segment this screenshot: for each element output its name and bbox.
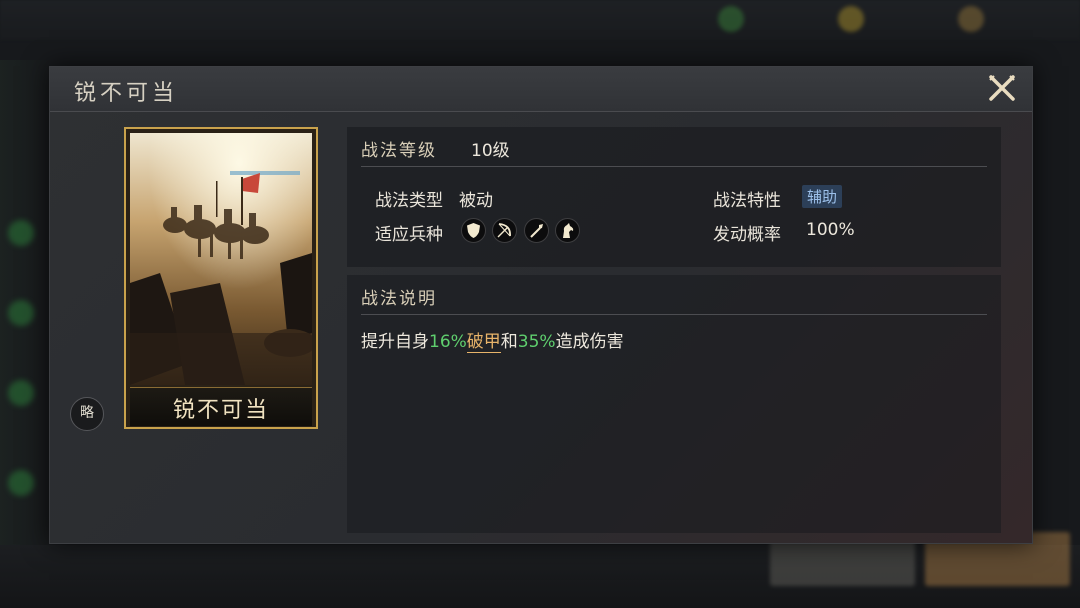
tactic-card-artwork — [130, 133, 312, 385]
tactic-card: 锐不可当 — [124, 127, 318, 429]
tactic-card-name-plate: 锐不可当 — [130, 387, 312, 426]
spear-icon — [524, 218, 549, 243]
tactic-type-label: 战法类型 — [375, 191, 443, 211]
divider — [361, 314, 987, 315]
background-resource-icon — [838, 6, 864, 32]
tactic-description-panel: 战法说明 提升自身16%破甲和35%造成伤害 — [347, 275, 1001, 533]
dialog-title: 锐不可当 — [74, 81, 179, 106]
tactic-card-name: 锐不可当 — [172, 398, 269, 423]
tactic-trait-tag: 辅助 — [802, 185, 843, 208]
tactic-type-value: 被动 — [459, 191, 493, 211]
description-header: 战法说明 — [361, 289, 437, 309]
close-icon[interactable] — [986, 72, 1018, 104]
description-value: 16% — [429, 332, 467, 352]
horse-icon — [555, 218, 580, 243]
description-value: 35% — [517, 332, 556, 352]
bow-icon — [492, 218, 517, 243]
background-top-bar — [0, 0, 1080, 40]
background-resource-icon — [958, 6, 984, 32]
troop-types-label: 适应兵种 — [375, 225, 443, 245]
background-status-icon — [8, 470, 34, 496]
background-bottom-bar — [0, 545, 1080, 608]
background-status-icon — [8, 380, 34, 406]
trigger-chance-label: 发动概率 — [713, 225, 781, 245]
tactic-level-value: 10级 — [471, 141, 510, 161]
description-part: 提升自身 — [361, 332, 429, 352]
description-part: 和 — [500, 332, 518, 352]
strategy-badge[interactable]: 略 — [70, 397, 104, 431]
shield-icon — [461, 218, 486, 243]
divider — [361, 166, 987, 167]
background-status-icon — [8, 300, 34, 326]
background-status-icon — [8, 220, 34, 246]
trigger-chance-value: 100% — [806, 220, 855, 240]
tactic-trait-label: 战法特性 — [713, 191, 781, 211]
tactic-detail-dialog: 锐不可当 锐不可当 略 战法等级 10级 战法类型 被动 战法特性 辅助 适应兵… — [49, 66, 1033, 544]
description-part: 造成伤害 — [555, 332, 624, 352]
dialog-title-bar: 锐不可当 — [50, 67, 1032, 112]
status-keyword-link[interactable]: 破甲 — [466, 332, 501, 353]
description-text: 提升自身16%破甲和35%造成伤害 — [361, 327, 624, 353]
background-resource-icon — [718, 6, 744, 32]
tactic-level-label: 战法等级 — [361, 141, 437, 161]
tactic-info-panel: 战法等级 10级 战法类型 被动 战法特性 辅助 适应兵种 发动概率 100% — [347, 127, 1001, 267]
